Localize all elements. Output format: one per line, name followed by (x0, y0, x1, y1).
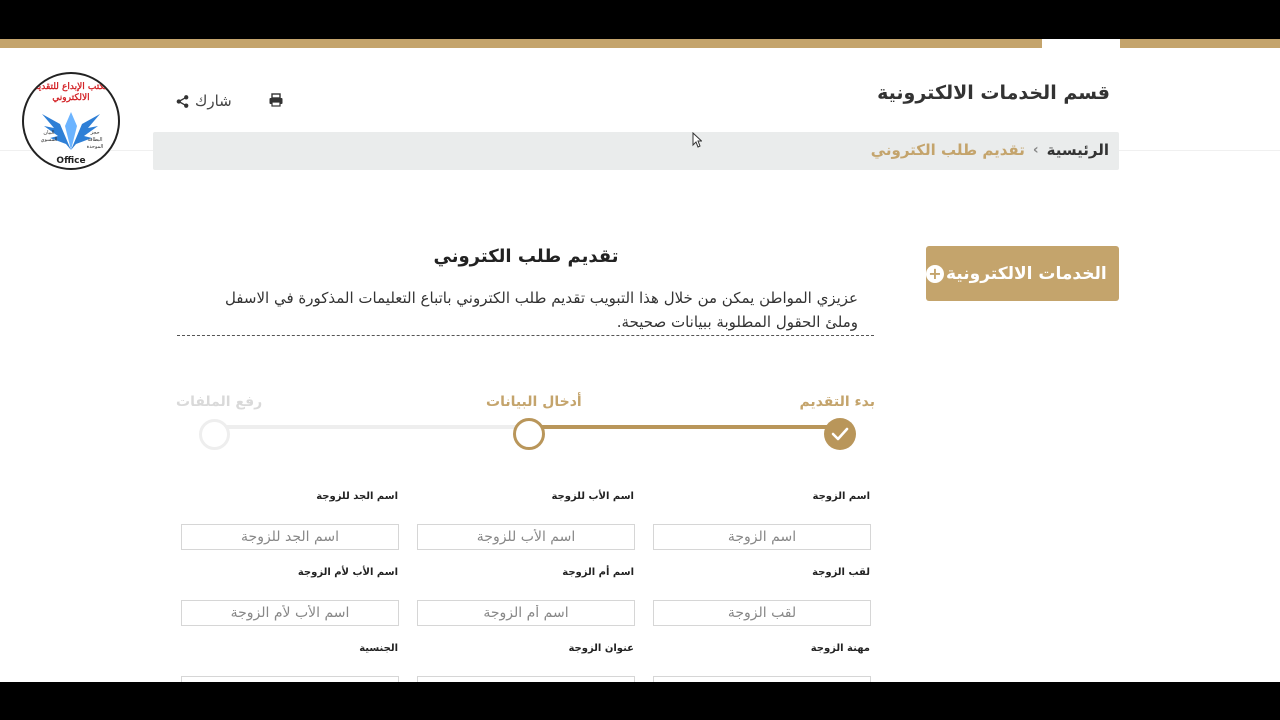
wife-grandfather-name-label: اسم الجد للزوجة (316, 491, 398, 502)
stepper-track-pending (215, 425, 529, 429)
wife-mother-name-label: اسم أم الزوجة (562, 567, 634, 578)
share-label: شارك (195, 92, 232, 110)
wife-name-label: اسم الزوجة (812, 491, 870, 502)
print-icon[interactable] (268, 92, 284, 108)
step-label-upload: رفع الملفات (176, 394, 263, 410)
logo-side-right-text: حجز البطاقة الموحدة (86, 130, 104, 150)
share-button[interactable]: شارك (176, 91, 232, 111)
video-bottom-letterbox (0, 682, 1280, 720)
logo-office-text: Office (56, 156, 86, 166)
breadcrumb-current: تقديم طلب الكتروني (870, 141, 1025, 159)
breadcrumb-bar: الرئيسية › تقديم طلب الكتروني (153, 132, 1119, 170)
step-label-data-entry: أدخال البيانات (486, 394, 582, 410)
wife-name-input[interactable] (653, 524, 871, 550)
share-icon (176, 94, 189, 108)
breadcrumb: الرئيسية › تقديم طلب الكتروني (871, 141, 1109, 159)
mouse-cursor-icon (692, 132, 702, 148)
eservices-menu-button[interactable]: الخدمات الالكترونية + (926, 246, 1119, 301)
stepper-track-complete (529, 425, 840, 429)
form-title: تقديم طلب الكتروني (433, 246, 619, 267)
wife-father-name-input[interactable] (417, 524, 635, 550)
eservices-label: الخدمات الالكترونية (946, 263, 1107, 284)
page-content: مكتب الإبداع للتقديم الالكتروني البيان ا… (0, 48, 1280, 682)
breadcrumb-home-link[interactable]: الرئيسية (1047, 141, 1109, 159)
wife-maternal-grandfather-input[interactable] (181, 600, 399, 626)
step-dot-data-entry (513, 418, 545, 450)
office-logo[interactable]: مكتب الإبداع للتقديم الالكتروني البيان ا… (22, 72, 120, 170)
wife-grandfather-name-input[interactable] (181, 524, 399, 550)
wife-maternal-grandfather-label: اسم الأب لأم الزوجة (297, 567, 398, 578)
intro-divider (177, 335, 874, 336)
breadcrumb-chevron-icon: › (1032, 142, 1039, 158)
wife-address-label: عنوان الزوجة (568, 643, 634, 654)
logo-side-left-text: البيان المسوي (40, 130, 58, 143)
logo-title-text: مكتب الإبداع للتقديم الالكتروني (32, 82, 110, 103)
wife-surname-label: لقب الزوجة (812, 567, 870, 578)
step-label-start: بدء التقديم (799, 394, 875, 410)
step-dot-start (824, 418, 856, 450)
wife-father-name-label: اسم الأب للزوجة (551, 491, 634, 502)
step-dot-upload (199, 419, 230, 450)
page-title: قسم الخدمات الالكترونية (877, 82, 1110, 104)
wife-mother-name-input[interactable] (417, 600, 635, 626)
nationality-label: الجنسية (359, 643, 398, 654)
plus-circle-icon: + (926, 264, 944, 283)
wife-surname-input[interactable] (653, 600, 871, 626)
form-intro-text: عزيزي المواطن يمكن من خلال هذا التبويب ت… (224, 289, 858, 331)
video-top-letterbox (0, 0, 1280, 39)
wife-occupation-label: مهنة الزوجة (810, 643, 870, 654)
checkmark-icon (831, 427, 849, 441)
top-bar-tab-highlight (1042, 39, 1120, 48)
